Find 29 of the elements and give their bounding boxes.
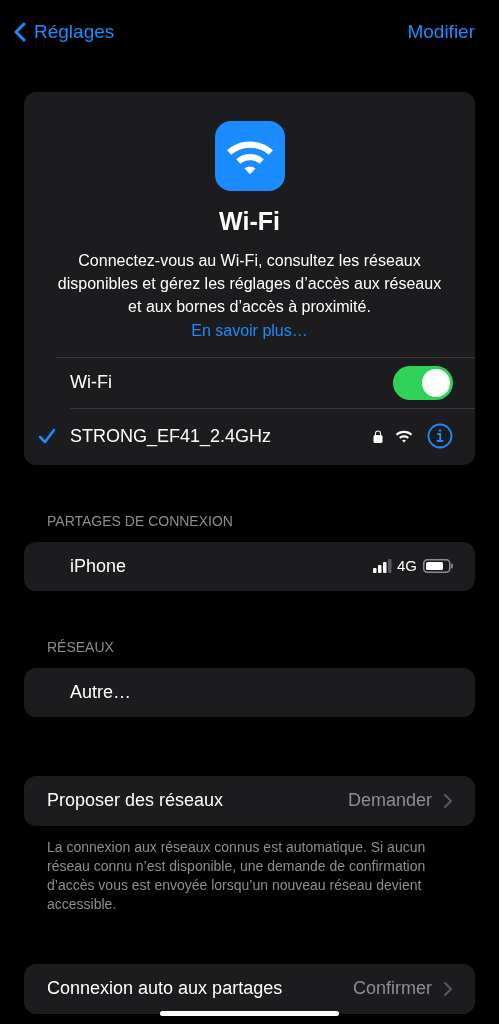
- cellular-signal-icon: [373, 559, 392, 573]
- section-header: RÉSEAUX: [47, 637, 115, 657]
- setting-label: Connexion auto aux partages: [47, 977, 284, 1000]
- wifi-label: Wi-Fi: [70, 371, 112, 394]
- section-header: PARTAGES DE CONNEXION: [47, 511, 234, 531]
- hotspot-name: iPhone: [70, 554, 128, 578]
- setting-value: Demander: [347, 789, 432, 812]
- back-button[interactable]: Réglages: [14, 17, 115, 47]
- network-row[interactable]: Autre…: [24, 667, 475, 717]
- setting-label: Proposer des réseaux: [47, 789, 225, 812]
- setting-footnote: La connexion aux réseaux connus est automatique. Si aucun réseau connu n’est disponible, une demande de confirmation d’accès vous est envoyée lorsqu’un nouveau réseau devient accessible.: [47, 837, 427, 914]
- network-name[interactable]: STRONG_EF41_2.4GHz: [70, 422, 373, 450]
- setting-row[interactable]: Connexion auto aux partages Confirmer: [24, 963, 475, 1014]
- chevron-icon: [444, 793, 452, 808]
- wifi-toggle[interactable]: [393, 365, 453, 400]
- setting-value: Confirmer: [353, 977, 432, 1000]
- wifi-signal-icon: [395, 429, 413, 443]
- hotspot-row[interactable]: iPhone 4G: [24, 541, 475, 591]
- edit-button[interactable]: Modifier: [407, 17, 485, 47]
- battery-icon: [423, 559, 453, 573]
- chevron-icon: [444, 981, 452, 996]
- network-type: 4G: [397, 555, 417, 576]
- back-chevron-icon: [14, 22, 26, 42]
- card-description: Connectez-vous au Wi-Fi, consultez les réseaux disponibles et gérez les réglages d’accès aux réseaux et aux bornes d’accès à proximité.: [56, 250, 443, 317]
- learn-more-link[interactable]: En savoir plus…: [191, 318, 308, 343]
- info-icon[interactable]: [427, 423, 453, 449]
- network-row-label: Autre…: [70, 680, 132, 704]
- setting-row[interactable]: Proposer des réseaux Demander: [24, 775, 475, 826]
- card-title: Wi-Fi: [219, 206, 280, 237]
